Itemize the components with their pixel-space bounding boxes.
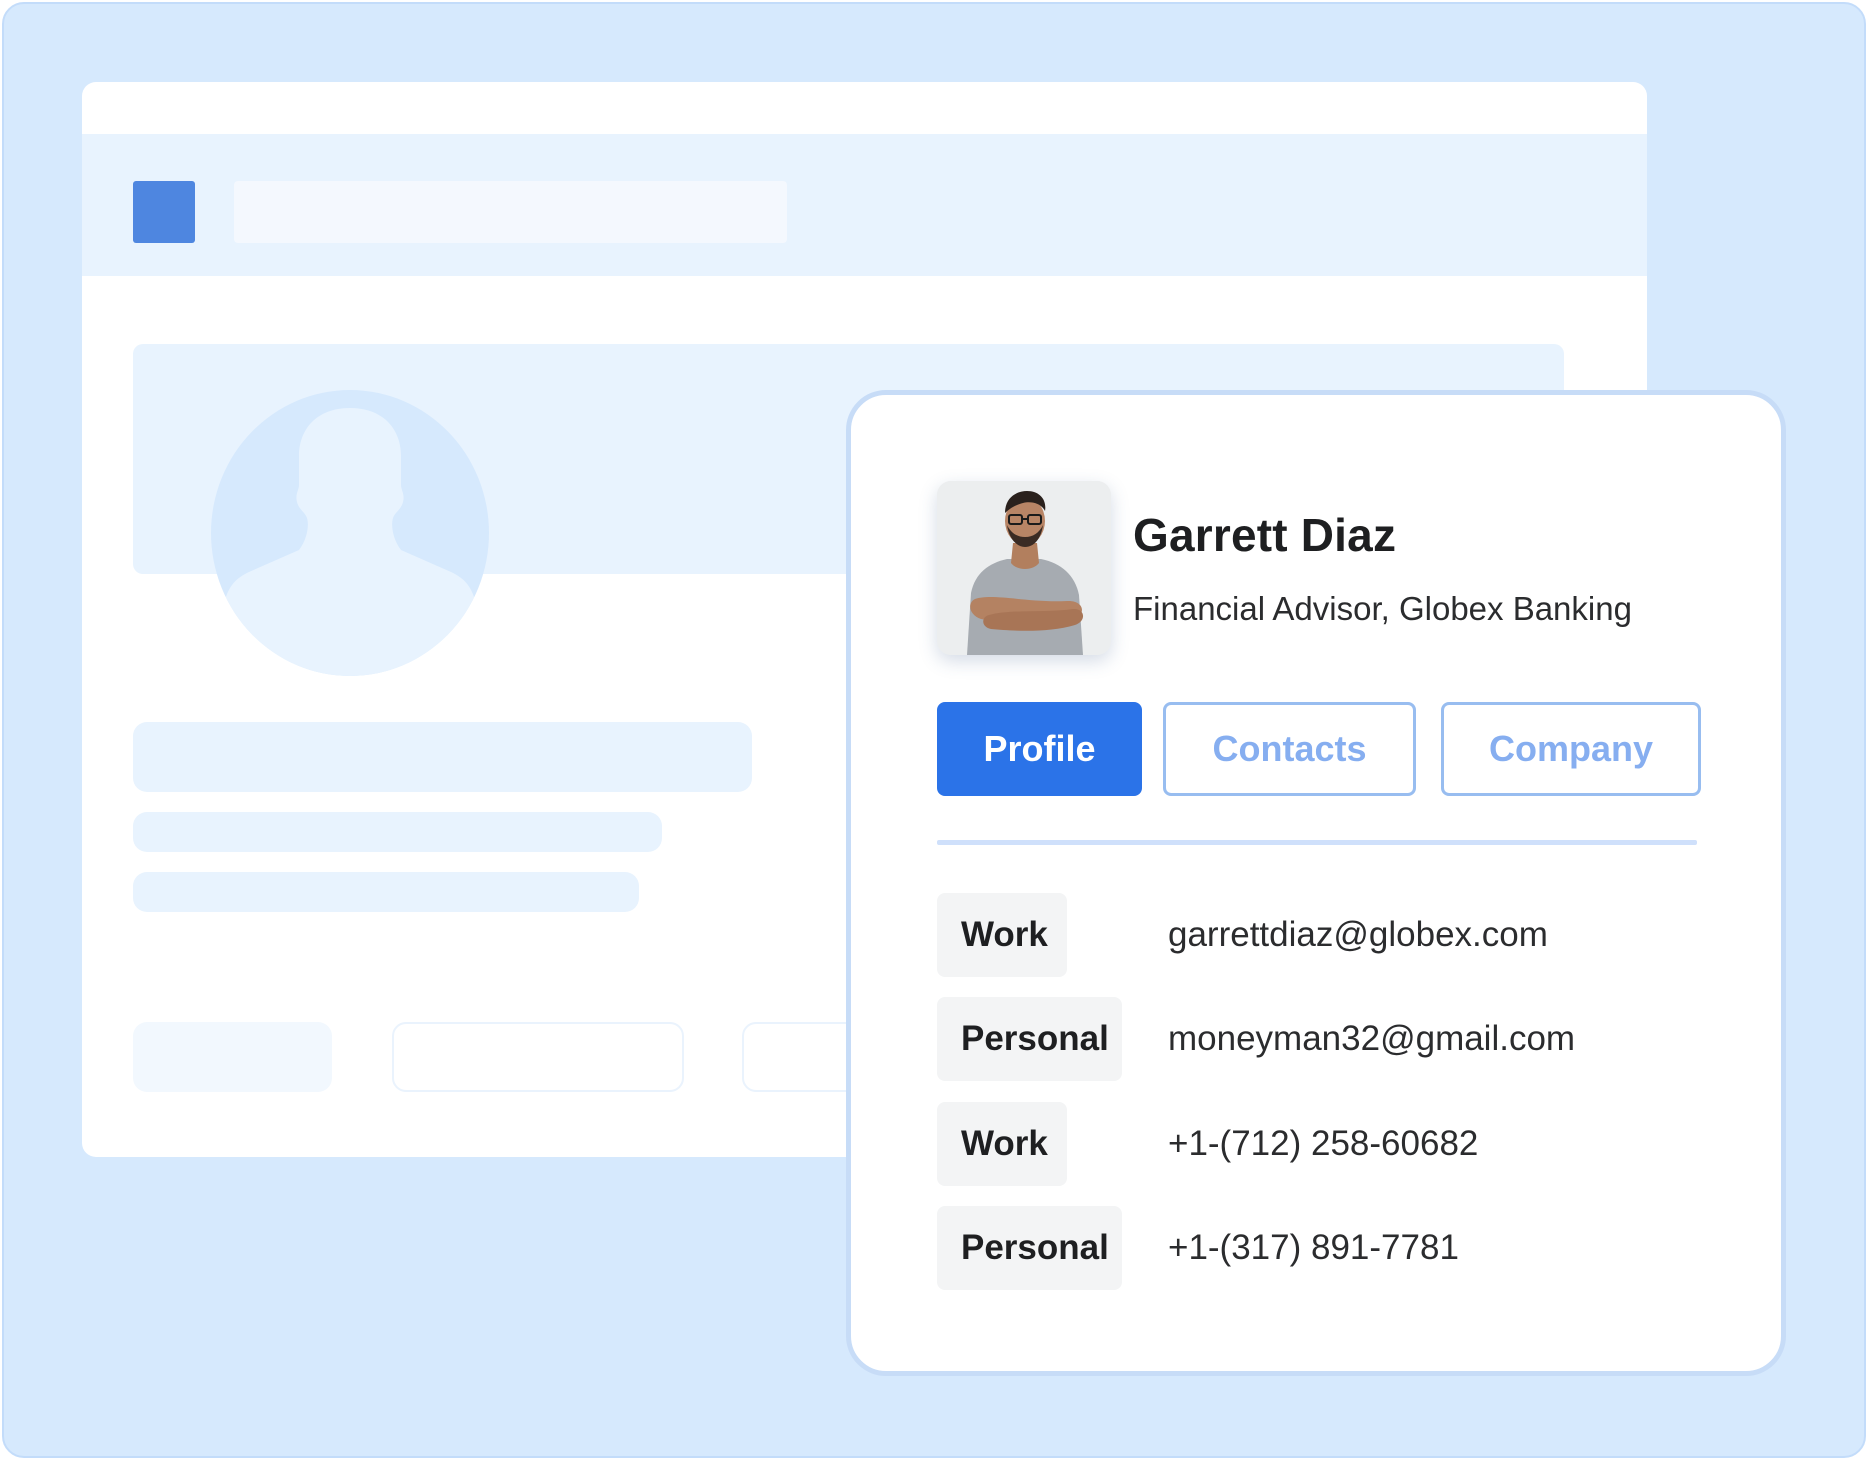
contact-value[interactable]: +1-(317) 891-7781 (1168, 1206, 1459, 1290)
divider (937, 840, 1697, 845)
contact-type-badge: Work (937, 893, 1067, 977)
profile-photo (937, 481, 1111, 655)
search-bar-placeholder (234, 181, 787, 243)
contact-type-badge: Personal (937, 997, 1122, 1081)
contact-value[interactable]: +1-(712) 258-60682 (1168, 1102, 1478, 1186)
tab-company[interactable]: Company (1441, 702, 1701, 796)
tab-contacts[interactable]: Contacts (1163, 702, 1416, 796)
app-logo-placeholder (133, 181, 195, 243)
contact-type-badge: Work (937, 1102, 1067, 1186)
contact-value[interactable]: moneyman32@gmail.com (1168, 997, 1575, 1081)
text-placeholder (133, 812, 662, 852)
button-placeholder (133, 1022, 332, 1092)
contact-value[interactable]: garrettdiaz@globex.com (1168, 893, 1548, 977)
contact-type-badge: Personal (937, 1206, 1122, 1290)
tab-profile[interactable]: Profile (937, 702, 1142, 796)
background-header (82, 134, 1647, 276)
button-placeholder (392, 1022, 684, 1092)
profile-title: Financial Advisor, Globex Banking (1133, 590, 1632, 627)
profile-name: Garrett Diaz (1133, 509, 1397, 561)
text-placeholder (133, 722, 752, 792)
text-placeholder (133, 872, 639, 912)
avatar-placeholder-icon (211, 390, 489, 676)
